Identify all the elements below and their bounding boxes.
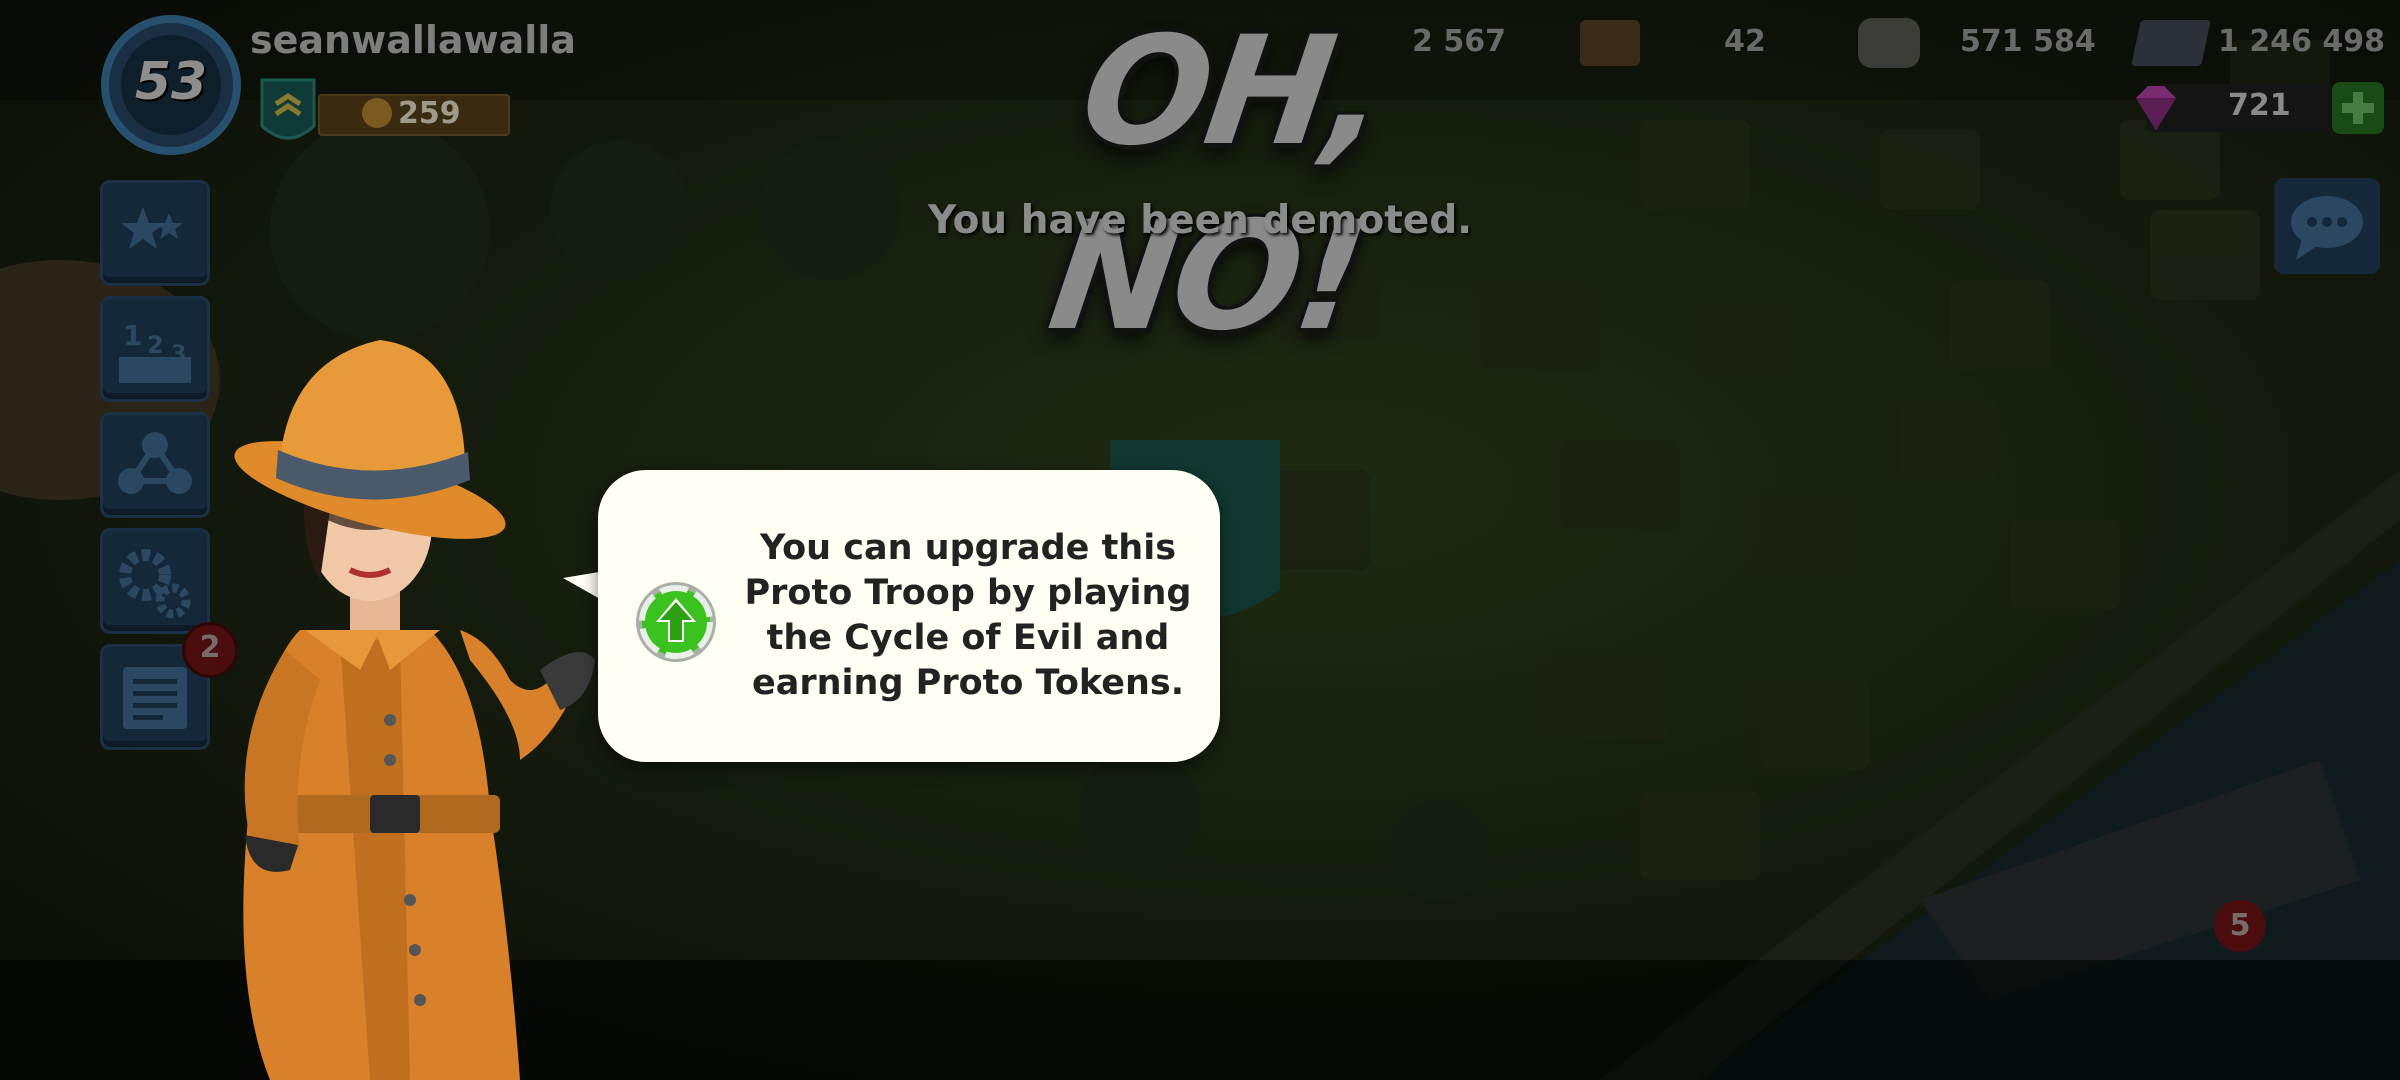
add-diamonds-button[interactable] <box>2330 80 2386 136</box>
speech-bubble: You can upgrade this Proto Troop by play… <box>598 470 1220 762</box>
wood-amount: 42 <box>1724 24 1766 59</box>
stone-amount: 571 584 <box>1960 24 2096 59</box>
leaderboard-star-button[interactable] <box>100 180 210 286</box>
svg-text:3: 3 <box>171 342 186 367</box>
advisor-character <box>234 340 595 1080</box>
chat-button[interactable] <box>2272 176 2382 276</box>
wood-icon <box>1580 20 1640 66</box>
iron-amount: 1 246 498 <box>2218 24 2386 59</box>
diamond-amount: 721 <box>2228 88 2291 123</box>
star-icon <box>121 207 183 249</box>
diamond-icon <box>2136 86 2176 130</box>
svg-text:1: 1 <box>123 319 142 352</box>
dialog-title: OH, NO! <box>1040 5 1395 364</box>
stone-icon <box>1858 18 1920 68</box>
svg-text:2: 2 <box>147 331 164 359</box>
victory-points-icon <box>362 98 392 128</box>
victory-points-value: 259 <box>398 96 461 131</box>
upgrade-arrow-icon <box>636 582 716 662</box>
iron-icon <box>2131 20 2211 66</box>
dialog-subtitle: You have been demoted. <box>927 198 1473 243</box>
speech-bubble-text: You can upgrade this Proto Troop by play… <box>744 528 1192 703</box>
player-level: 53 <box>134 52 208 112</box>
player-name: seanwallawalla <box>250 18 576 62</box>
bottom-right-badge-count: 5 <box>2229 908 2251 943</box>
rank-icon <box>260 78 316 140</box>
